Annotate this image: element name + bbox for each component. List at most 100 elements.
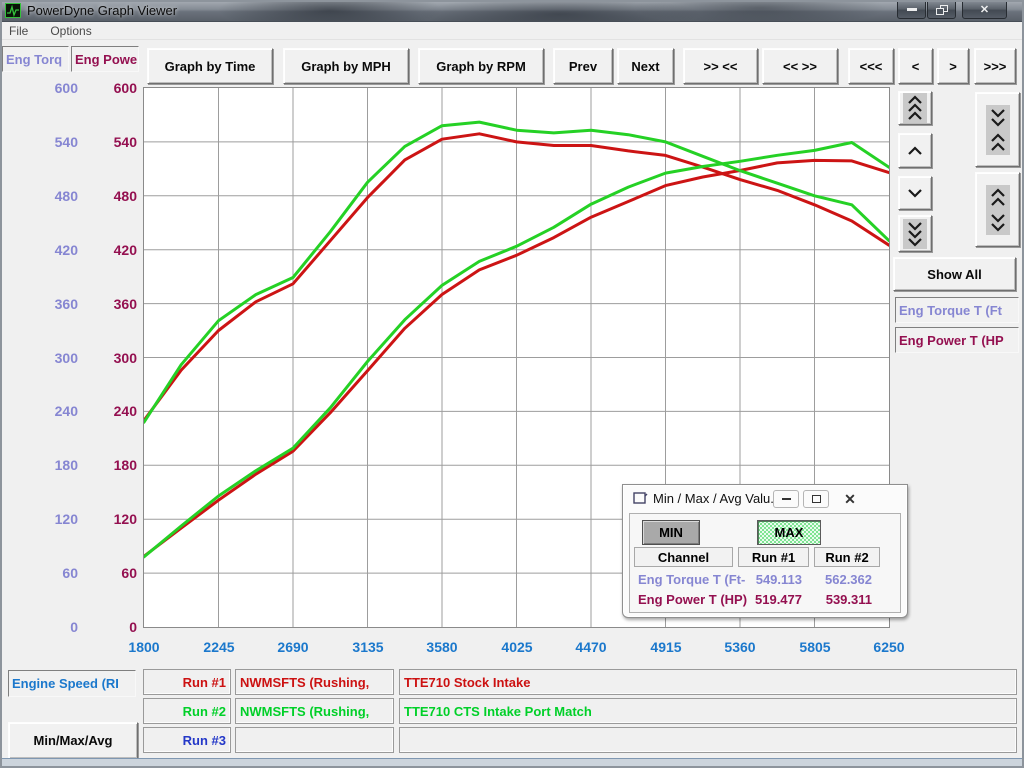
rpm-axis-tick: 3135 bbox=[338, 639, 398, 655]
close-icon: ✕ bbox=[980, 3, 989, 16]
run1-description-box[interactable]: TTE710 Stock Intake bbox=[399, 669, 1017, 695]
show-all-button[interactable]: Show All bbox=[893, 257, 1016, 291]
minmax-row-channel: Eng Power T (HP) bbox=[638, 592, 747, 607]
min-button[interactable]: MIN bbox=[642, 520, 700, 545]
graph-by-rpm-button[interactable]: Graph by RPM bbox=[418, 48, 544, 84]
torque-axis-tick: 420 bbox=[28, 241, 78, 259]
menu-file[interactable]: File bbox=[9, 24, 28, 38]
zoom-in-button[interactable]: >> << bbox=[683, 48, 758, 84]
rpm-axis-tick: 4470 bbox=[561, 639, 621, 655]
torque-axis-tick: 240 bbox=[28, 402, 78, 420]
next-button[interactable]: Next bbox=[617, 48, 674, 84]
rpm-axis-tick: 4915 bbox=[636, 639, 696, 655]
scale-up-button[interactable] bbox=[898, 133, 932, 168]
power-axis-header[interactable]: Eng Powe bbox=[71, 46, 139, 72]
run3-description-box[interactable] bbox=[399, 727, 1017, 753]
chevrons-compress-icon bbox=[986, 105, 1010, 155]
zoom-out-button[interactable]: << >> bbox=[762, 48, 838, 84]
rpm-axis-tick: 6250 bbox=[859, 639, 919, 655]
scale-down-fast-button[interactable] bbox=[898, 215, 932, 252]
minmax-panel: MIN MAX Channel Run #1 Run #2 Eng Torque… bbox=[629, 513, 901, 613]
minmax-row-run1-value: 519.477 bbox=[732, 592, 802, 607]
minimize-button[interactable] bbox=[897, 0, 926, 19]
rpm-axis-tick: 2245 bbox=[189, 639, 249, 655]
scale-up-fast-button[interactable] bbox=[898, 91, 932, 125]
compress-vertical-button[interactable] bbox=[975, 92, 1020, 167]
minmax-window-title: Min / Max / Avg Valu... bbox=[653, 491, 781, 506]
torque-axis-tick: 60 bbox=[28, 564, 78, 582]
power-axis-tick: 600 bbox=[87, 79, 137, 97]
minmax-row-run1-value: 549.113 bbox=[732, 572, 802, 587]
minimize-icon bbox=[782, 498, 791, 500]
scale-down-button[interactable] bbox=[898, 176, 932, 210]
prev-button[interactable]: Prev bbox=[553, 48, 613, 84]
torque-axis-tick: 540 bbox=[28, 133, 78, 151]
run1-label[interactable]: Run #1 bbox=[143, 669, 231, 695]
power-axis-tick: 360 bbox=[87, 295, 137, 313]
max-button[interactable]: MAX bbox=[757, 520, 821, 545]
torque-axis-tick: 300 bbox=[28, 349, 78, 367]
scroll-far-left-button[interactable]: <<< bbox=[848, 48, 894, 84]
run2-label[interactable]: Run #2 bbox=[143, 698, 231, 724]
restore-icon bbox=[812, 495, 821, 503]
scroll-far-right-button[interactable]: >>> bbox=[974, 48, 1016, 84]
restore-button[interactable] bbox=[927, 0, 956, 19]
window-bottom-frame bbox=[0, 758, 1024, 768]
power-axis-tick: 180 bbox=[87, 456, 137, 474]
minmax-row-run2-value: 562.362 bbox=[804, 572, 872, 587]
menu-options[interactable]: Options bbox=[50, 24, 91, 38]
x-channel-box[interactable]: Engine Speed (RI bbox=[8, 670, 136, 697]
graph-by-mph-button[interactable]: Graph by MPH bbox=[283, 48, 409, 84]
rpm-axis-tick: 1800 bbox=[114, 639, 174, 655]
torque-axis-header[interactable]: Eng Torq bbox=[2, 46, 69, 72]
torque-axis-tick: 360 bbox=[28, 295, 78, 313]
rpm-axis-tick: 2690 bbox=[263, 639, 323, 655]
minmax-restore-button[interactable] bbox=[803, 490, 829, 508]
window-icon bbox=[633, 492, 648, 505]
torque-axis-tick: 120 bbox=[28, 510, 78, 528]
rpm-axis-tick: 3580 bbox=[412, 639, 472, 655]
run2-file-box[interactable]: NWMSFTS (Rushing, bbox=[235, 698, 394, 724]
menu-bar: File Options bbox=[0, 22, 1024, 40]
app-icon bbox=[5, 3, 21, 18]
rpm-axis-tick: 5805 bbox=[785, 639, 845, 655]
chevrons-up-triple-icon bbox=[903, 93, 927, 123]
minmax-window[interactable]: Min / Max / Avg Valu... ✕ MIN MAX Channe… bbox=[622, 484, 908, 618]
minimize-icon bbox=[907, 8, 917, 11]
run2-column-header[interactable]: Run #2 bbox=[814, 547, 880, 567]
minmax-row-run2-value: 539.311 bbox=[804, 592, 872, 607]
power-axis-tick: 420 bbox=[87, 241, 137, 259]
power-axis-tick: 0 bbox=[87, 618, 137, 636]
minmax-minimize-button[interactable] bbox=[773, 490, 799, 508]
minmax-avg-button[interactable]: Min/Max/Avg bbox=[8, 722, 138, 759]
graph-by-time-button[interactable]: Graph by Time bbox=[147, 48, 273, 84]
minmax-row-channel: Eng Torque T (Ft- bbox=[638, 572, 745, 587]
close-button[interactable]: ✕ bbox=[962, 0, 1007, 19]
power-axis-tick: 540 bbox=[87, 133, 137, 151]
channel-column-header[interactable]: Channel bbox=[634, 547, 733, 567]
minmax-close-button[interactable]: ✕ bbox=[837, 490, 863, 508]
run1-column-header[interactable]: Run #1 bbox=[738, 547, 809, 567]
expand-vertical-button[interactable] bbox=[975, 172, 1020, 247]
chevron-up-icon bbox=[907, 146, 923, 156]
scroll-right-button[interactable]: > bbox=[937, 48, 969, 84]
torque-axis-tick: 600 bbox=[28, 79, 78, 97]
run3-label[interactable]: Run #3 bbox=[143, 727, 231, 753]
window-title: PowerDyne Graph Viewer bbox=[27, 3, 177, 18]
torque-axis-tick: 480 bbox=[28, 187, 78, 205]
torque-axis-tick: 0 bbox=[28, 618, 78, 636]
torque-channel-box[interactable]: Eng Torque T (Ft bbox=[895, 297, 1019, 323]
run2-description-box[interactable]: TTE710 CTS Intake Port Match bbox=[399, 698, 1017, 724]
run3-file-box[interactable] bbox=[235, 727, 394, 753]
power-axis-tick: 240 bbox=[87, 402, 137, 420]
title-bar[interactable]: PowerDyne Graph Viewer bbox=[0, 0, 1024, 22]
power-channel-box[interactable]: Eng Power T (HP bbox=[895, 327, 1019, 353]
rpm-axis-tick: 4025 bbox=[487, 639, 547, 655]
power-axis-tick: 480 bbox=[87, 187, 137, 205]
power-axis-tick: 300 bbox=[87, 349, 137, 367]
run1-file-box[interactable]: NWMSFTS (Rushing, bbox=[235, 669, 394, 695]
restore-icon bbox=[936, 5, 948, 15]
chevrons-down-triple-icon bbox=[903, 219, 927, 249]
scroll-left-button[interactable]: < bbox=[898, 48, 933, 84]
power-axis-tick: 120 bbox=[87, 510, 137, 528]
